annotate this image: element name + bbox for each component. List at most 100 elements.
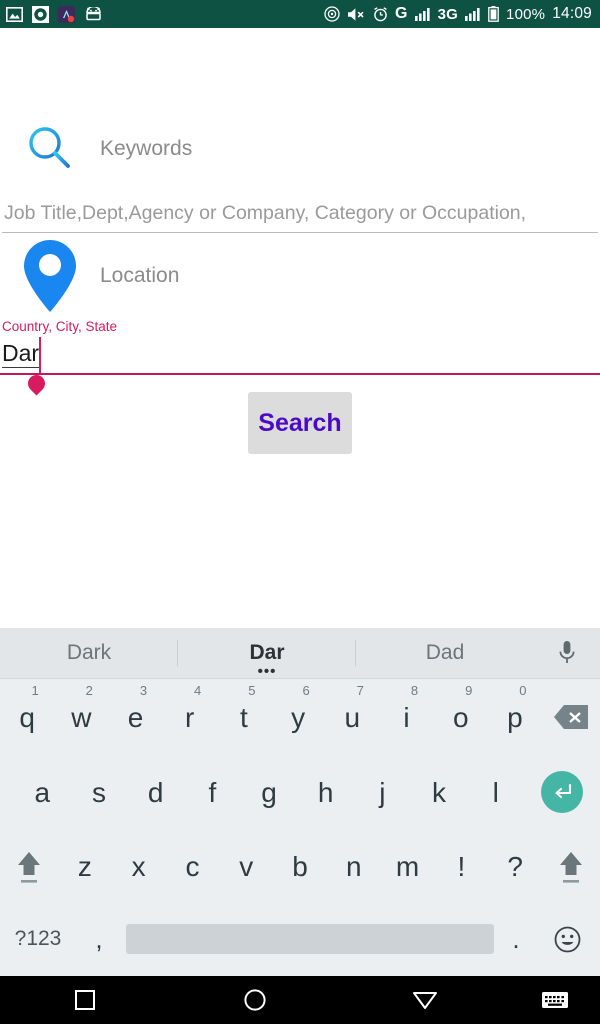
key-e[interactable]: 3 e (108, 679, 162, 755)
key-number: 2 (85, 683, 93, 698)
android-icon (86, 7, 101, 21)
key-x[interactable]: x (112, 829, 166, 903)
key-b[interactable]: b (273, 829, 327, 903)
key-number: 1 (31, 683, 39, 698)
key-period-label: . (512, 923, 520, 954)
key-letter: h (317, 777, 334, 808)
key-space[interactable] (126, 924, 494, 954)
key-l[interactable]: l (467, 755, 524, 829)
keyboard-row-3: z x c v b n m ! ? (0, 829, 600, 903)
location-input-value[interactable]: Dar (2, 339, 40, 368)
suggestion-bar: Dark Dar ••• Dad (0, 628, 600, 679)
key-letter: f (208, 777, 217, 808)
key-t[interactable]: 5 t (217, 679, 271, 755)
key-n[interactable]: n (327, 829, 381, 903)
battery-icon (488, 6, 499, 22)
key-question[interactable]: ? (488, 829, 542, 903)
key-letter: k (432, 777, 447, 808)
keyboard-row-1: 1 q 2 w 3 e 4 r 5 t 6 y 7 u 8 i 9 o 0 p (0, 679, 600, 755)
key-number: 8 (410, 683, 419, 698)
text-selection-handle[interactable] (24, 371, 49, 396)
key-letter: u (344, 702, 361, 733)
key-comma-label: , (95, 923, 103, 954)
key-h[interactable]: h (297, 755, 354, 829)
key-number: 0 (519, 683, 527, 698)
key-letter: j (379, 777, 386, 808)
key-i[interactable]: 8 i (379, 679, 433, 755)
location-input-underline (0, 373, 600, 375)
key-m[interactable]: m (381, 829, 435, 903)
key-letter: t (240, 702, 248, 733)
signal-bars-icon-1 (414, 8, 430, 21)
key-r[interactable]: 4 r (163, 679, 217, 755)
backspace-icon[interactable] (542, 679, 600, 755)
emoji-icon[interactable] (534, 903, 600, 975)
key-letter: b (292, 851, 308, 882)
key-a[interactable]: a (14, 755, 71, 829)
key-y[interactable]: 6 y (271, 679, 325, 755)
system-navigation-bar (0, 976, 600, 1024)
key-q[interactable]: 1 q (0, 679, 54, 755)
keyboard-row-2: a s d f g h j k l (0, 755, 600, 829)
keywords-field-header: Keywords (0, 114, 600, 184)
carrier-letter: G (394, 5, 408, 22)
suggestion-item-0[interactable]: Dark (0, 628, 178, 678)
key-letter: ? (507, 851, 523, 882)
alarm-icon (374, 6, 387, 21)
key-number: 6 (302, 683, 310, 698)
shift-icon-right[interactable] (542, 829, 600, 903)
key-f[interactable]: f (184, 755, 241, 829)
keywords-input[interactable] (2, 202, 598, 233)
suggestion-item-1[interactable]: Dar ••• (178, 628, 356, 679)
key-symbols[interactable]: ?123 (0, 903, 76, 975)
suggestion-text: Dark (66, 641, 112, 664)
app-badge-icon (58, 5, 75, 23)
key-s[interactable]: s (71, 755, 128, 829)
key-letter: r (185, 702, 195, 733)
status-bar-left-icons (6, 5, 103, 23)
switch-keyboard-icon[interactable] (510, 976, 600, 1024)
search-form: Keywords Location Country, City, State D… (0, 28, 600, 628)
key-symbols-label: ?123 (14, 927, 62, 950)
key-v[interactable]: v (219, 829, 273, 903)
key-number: 5 (248, 683, 256, 698)
key-letter: y (291, 702, 306, 733)
home-icon[interactable] (170, 976, 340, 1024)
key-letter: ! (457, 851, 466, 882)
search-button[interactable]: Search (248, 392, 352, 454)
key-u[interactable]: 7 u (325, 679, 379, 755)
back-icon[interactable] (340, 976, 510, 1024)
location-input-wrapper[interactable]: Dar (0, 337, 600, 396)
key-z[interactable]: z (58, 829, 112, 903)
key-letter: i (403, 702, 410, 733)
search-icon (0, 123, 100, 175)
key-letter: p (507, 702, 523, 733)
location-field-header: Location (0, 240, 600, 312)
recent-apps-icon[interactable] (0, 976, 170, 1024)
key-g[interactable]: g (241, 755, 298, 829)
image-icon (6, 6, 23, 22)
key-k[interactable]: k (411, 755, 468, 829)
key-w[interactable]: 2 w (54, 679, 108, 755)
key-letter: g (261, 777, 277, 808)
location-field-block: Location Country, City, State Dar (0, 240, 600, 396)
key-d[interactable]: d (127, 755, 184, 829)
key-o[interactable]: 9 o (434, 679, 488, 755)
location-float-label: Country, City, State (2, 319, 118, 334)
cast-icon (324, 6, 340, 22)
key-j[interactable]: j (354, 755, 411, 829)
key-period[interactable]: . (498, 903, 534, 975)
key-letter: x (131, 851, 146, 882)
key-p[interactable]: 0 p (488, 679, 542, 755)
key-letter: q (19, 702, 35, 733)
shift-icon-left[interactable] (0, 829, 58, 903)
network-type-label: 3G (437, 5, 459, 23)
suggestion-item-2[interactable]: Dad (356, 628, 534, 678)
enter-key[interactable] (524, 771, 600, 813)
clock-label: 14:09 (552, 5, 592, 22)
microphone-icon[interactable] (534, 639, 600, 667)
key-comma[interactable]: , (76, 903, 122, 975)
key-c[interactable]: c (166, 829, 220, 903)
key-exclamation[interactable]: ! (434, 829, 488, 903)
enter-icon (541, 771, 584, 813)
